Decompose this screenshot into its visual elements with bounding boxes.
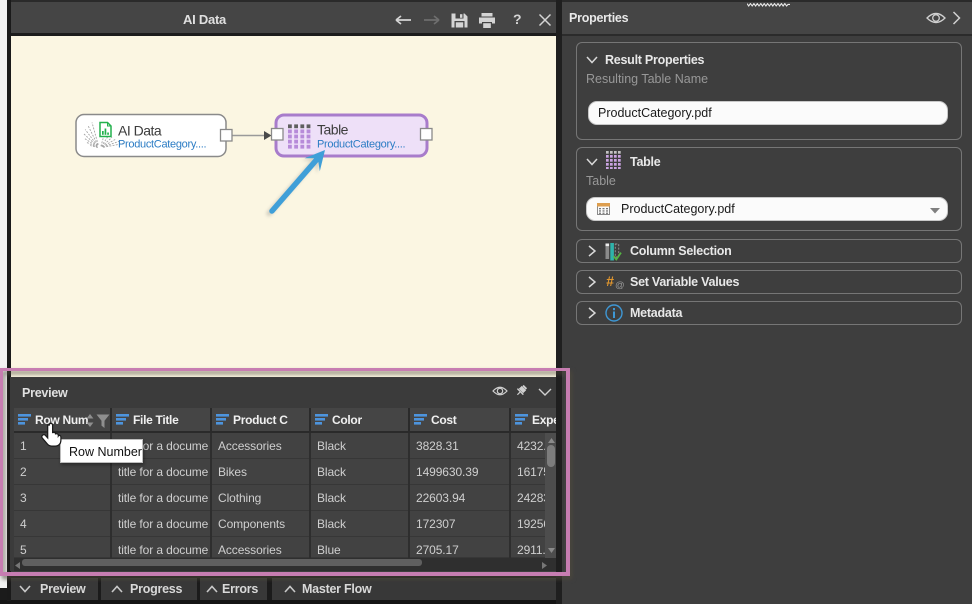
svg-text:AI Data: AI Data [118, 123, 162, 139]
svg-text:ProductCategory....: ProductCategory.... [118, 139, 206, 151]
svg-text:Table: Table [317, 122, 349, 138]
svg-text:ProductCategory....: ProductCategory.... [317, 139, 405, 151]
